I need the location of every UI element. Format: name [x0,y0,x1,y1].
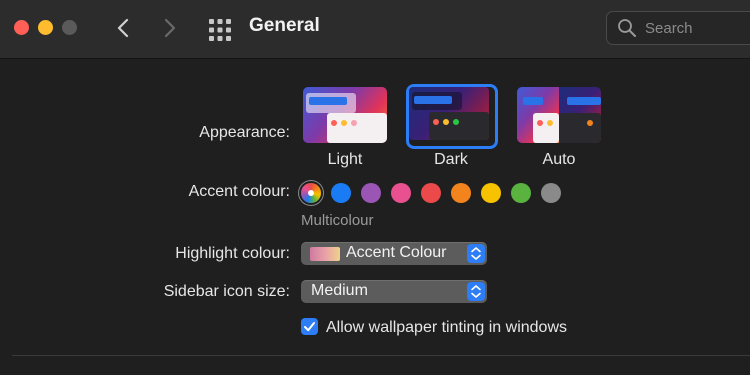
appearance-light-label[interactable]: Light [303,151,387,169]
minimize-window-button[interactable] [38,20,53,35]
appearance-auto-label[interactable]: Auto [517,151,601,169]
accent-swatch-yellow[interactable] [481,183,501,203]
accent-swatch-orange[interactable] [451,183,471,203]
light-dot-yellow [341,120,347,126]
auto-dot-yellow [547,120,553,126]
highlight-colour-value: Accent Colour [346,244,447,261]
auto-highlight-bar [523,97,543,105]
accent-swatch-pink[interactable] [391,183,411,203]
grid-icon[interactable] [208,18,232,42]
checkmark-icon [304,322,315,332]
accent-selected-caption: Multicolour [301,212,374,229]
highlight-colour-popup[interactable]: Accent Colour [301,242,487,265]
forward-chevron-icon[interactable] [157,15,181,41]
highlight-colour-swatch [310,247,340,261]
close-window-button[interactable] [14,20,29,35]
search-field[interactable]: Search [606,11,750,45]
back-chevron-icon[interactable] [112,15,136,41]
section-divider [12,355,750,356]
appearance-dark-thumbnail[interactable] [409,87,489,140]
dark-dot-red [433,119,439,125]
light-highlight-bar [309,97,347,105]
highlight-popup-stepper [467,244,485,263]
accent-swatch-red[interactable] [421,183,441,203]
appearance-light-thumbnail[interactable] [303,87,387,143]
accent-swatch-blue[interactable] [331,183,351,203]
dark-dot-green [453,119,459,125]
accent-swatch-green[interactable] [511,183,531,203]
auto-dot-orange [587,120,593,126]
accent-swatch-multicolour[interactable] [301,183,321,203]
auto-window-front-dark [559,113,601,143]
appearance-dark-label[interactable]: Dark [409,151,493,169]
multicolour-center-dot [308,190,314,196]
accent-swatch-graphite[interactable] [541,183,561,203]
auto-dot-red [537,120,543,126]
search-placeholder: Search [645,20,693,37]
wallpaper-tinting-label[interactable]: Allow wallpaper tinting in windows [326,319,567,337]
highlight-colour-label: Highlight colour: [175,245,290,262]
sidebar-icon-size-label: Sidebar icon size: [163,283,290,300]
light-dot-green [351,120,357,126]
window-title: General [249,15,320,36]
auto-highlight-bar-right [567,97,601,105]
light-dot-red [331,120,337,126]
wallpaper-tinting-checkbox[interactable] [301,318,318,335]
auto-window-front-light [533,113,559,143]
up-down-chevron-icon [471,247,481,260]
sidebar-popup-stepper [467,282,485,301]
accent-swatch-purple[interactable] [361,183,381,203]
light-window-front [327,113,387,143]
appearance-auto-thumbnail[interactable] [517,87,601,143]
dark-window-front [429,112,489,140]
dark-dot-yellow [443,119,449,125]
zoom-window-button[interactable] [62,20,77,35]
dark-highlight-bar [414,96,452,104]
title-bar: General Search [0,0,750,59]
accent-colour-label: Accent colour: [188,183,290,200]
up-down-chevron-icon [471,285,481,298]
sidebar-icon-size-popup[interactable]: Medium [301,280,487,303]
search-icon [618,19,636,37]
sidebar-icon-size-value: Medium [311,282,368,299]
appearance-label: Appearance: [199,124,290,141]
